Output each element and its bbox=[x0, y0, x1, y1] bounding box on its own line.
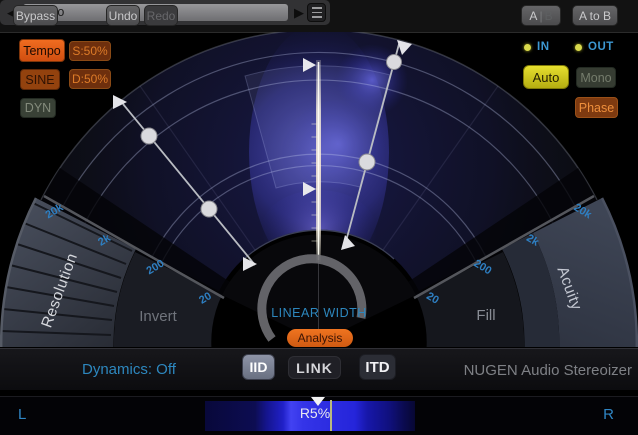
sine-button[interactable]: SINE bbox=[20, 69, 60, 90]
ab-sep-label: | bbox=[537, 9, 544, 23]
undo-button[interactable]: Undo bbox=[106, 5, 140, 26]
left-line-handle-inner[interactable] bbox=[201, 201, 217, 217]
dyn-button[interactable]: DYN bbox=[20, 98, 56, 118]
pan-strip[interactable]: L R5% R bbox=[0, 396, 638, 435]
preset-list-icon[interactable] bbox=[307, 3, 326, 22]
auto-button[interactable]: Auto bbox=[523, 65, 569, 89]
in-label: IN bbox=[537, 41, 550, 53]
a-to-b-button[interactable]: A to B bbox=[572, 5, 618, 26]
itd-tab[interactable]: ITD bbox=[359, 354, 396, 380]
preset-next-icon[interactable]: ▶ bbox=[291, 0, 307, 25]
brand-label: NUGEN Audio Stereoizer bbox=[464, 362, 632, 379]
left-line-handle-outer[interactable] bbox=[141, 128, 157, 144]
meter-in: IN bbox=[524, 41, 550, 53]
phase-button[interactable]: Phase bbox=[575, 97, 618, 118]
right-line-handle-inner[interactable] bbox=[359, 154, 375, 170]
in-indicator-icon bbox=[524, 44, 531, 51]
ab-compare-button[interactable]: A|B bbox=[521, 5, 561, 26]
meter-out: OUT bbox=[575, 41, 614, 53]
ab-b-label: B bbox=[545, 9, 553, 23]
tempo-button[interactable]: Tempo bbox=[19, 39, 65, 62]
fill-label: Fill bbox=[476, 307, 495, 324]
bypass-button[interactable]: Bypass bbox=[13, 5, 58, 26]
s-value-button[interactable]: S:50% bbox=[69, 41, 111, 61]
link-button[interactable]: LINK bbox=[288, 356, 341, 379]
width-mode-label: LINEAR WIDTH bbox=[249, 306, 389, 320]
invert-label: Invert bbox=[139, 308, 177, 325]
mono-button[interactable]: Mono bbox=[576, 67, 616, 88]
out-indicator-icon bbox=[575, 44, 582, 51]
toolbar: Bypass Undo Redo ◀ Demo ▶ A|B A to B bbox=[0, 0, 638, 33]
out-label: OUT bbox=[588, 41, 614, 53]
right-line-handle-outer[interactable] bbox=[387, 55, 402, 70]
iid-tab[interactable]: IID bbox=[242, 354, 275, 380]
dynamics-status[interactable]: Dynamics: Off bbox=[82, 361, 176, 378]
stereoizer-window: { "toolbar": { "bypass": "Bypass", "undo… bbox=[0, 0, 638, 434]
redo-button[interactable]: Redo bbox=[144, 5, 178, 26]
pan-right-label: R bbox=[603, 406, 614, 423]
pan-left-label: L bbox=[18, 406, 26, 423]
bottom-bar: Dynamics: Off IID LINK ITD NUGEN Audio S… bbox=[0, 348, 638, 390]
analysis-button[interactable]: Analysis bbox=[287, 329, 353, 347]
pan-value: R5% bbox=[285, 405, 345, 421]
d-value-button[interactable]: D:50% bbox=[69, 69, 111, 89]
